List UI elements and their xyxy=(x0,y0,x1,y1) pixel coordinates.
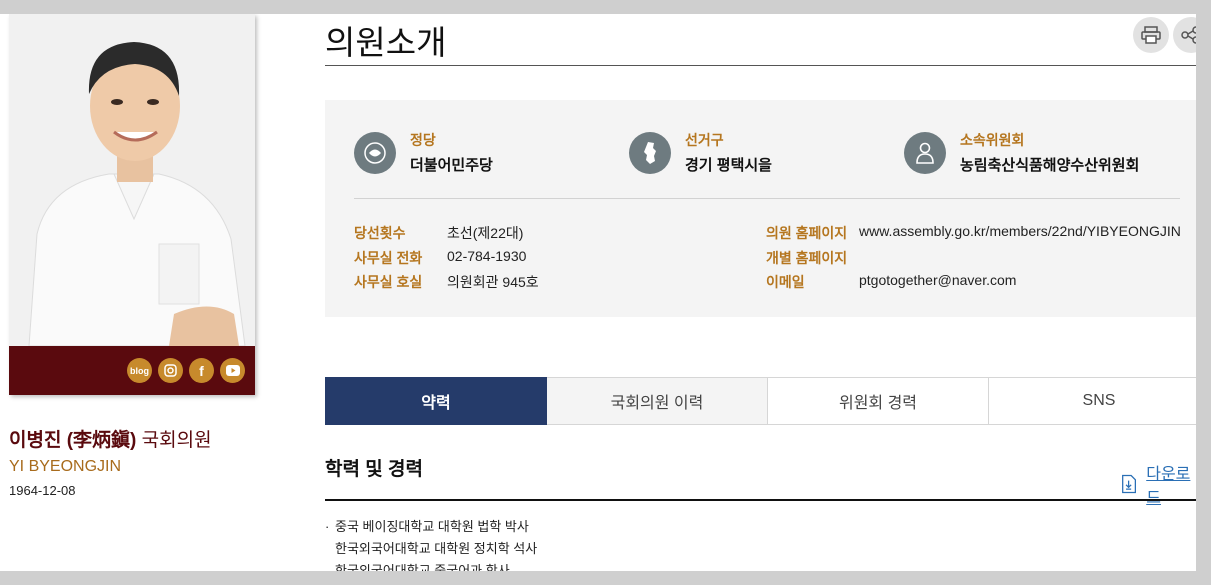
member-english-name: YI BYEONGJIN xyxy=(9,458,122,475)
print-icon xyxy=(1141,26,1161,44)
member-birthdate: 1964-12-08 xyxy=(9,483,76,498)
viewport-scrollbar[interactable] xyxy=(1196,0,1211,585)
district-value: 경기 평택시을 xyxy=(685,157,772,174)
room-value: 의원회관 945호 xyxy=(447,274,539,290)
title-divider xyxy=(325,65,1196,66)
member-info-box: 정당 더불어민주당 선거구 경기 평택시을 소속위원회 농림축산식품해양수산위원… xyxy=(325,100,1196,317)
district-label: 선거구 xyxy=(685,132,724,148)
member-name: 이병진 (李炳鎭) 국회의원 xyxy=(9,425,212,452)
instagram-icon[interactable] xyxy=(158,358,183,383)
homepage-link[interactable]: www.assembly.go.kr/members/22nd/YIBYEONG… xyxy=(859,223,1181,239)
blog-icon[interactable]: blog xyxy=(127,358,152,383)
tab-career[interactable]: 약력 xyxy=(325,377,547,425)
youtube-icon[interactable] xyxy=(220,358,245,383)
profile-card: blog f xyxy=(9,14,255,395)
section-divider xyxy=(325,499,1196,501)
share-icon xyxy=(1181,26,1196,44)
email-label: 이메일 xyxy=(766,274,805,290)
info-divider xyxy=(354,198,1180,199)
page-title: 의원소개 xyxy=(325,24,447,61)
page-container: blog f 이병진 (李炳鎭) 국회의원 YI BYEONGJIN 1964-… xyxy=(0,14,1196,571)
committee-value: 농림축산식품해양수산위원회 xyxy=(960,157,1140,174)
profile-tabs: 약력 국회의원 이력 위원회 경력 SNS xyxy=(325,377,1196,425)
list-item: · 중국 베이징대학교 대학원 법학 박사 xyxy=(325,519,529,534)
party-emblem-icon xyxy=(354,132,396,174)
terms-value: 초선(제22대) xyxy=(447,225,524,241)
personal-homepage-label: 개별 홈페이지 xyxy=(766,250,848,266)
phone-value: 02-784-1930 xyxy=(447,248,527,264)
tab-committee-career[interactable]: 위원회 경력 xyxy=(768,377,989,425)
download-file-icon xyxy=(1122,474,1137,494)
committee-label: 소속위원회 xyxy=(960,132,1025,148)
member-name-hanja: 이병진 (李炳鎭) xyxy=(9,430,137,451)
profile-photo xyxy=(9,14,255,347)
viewport-bottom-margin xyxy=(0,571,1211,585)
korea-map-icon xyxy=(629,132,671,174)
terms-label: 당선횟수 xyxy=(354,225,406,241)
education-list: · 중국 베이징대학교 대학원 법학 박사 한국외국어대학교 대학원 정치학 석사… xyxy=(325,516,537,571)
section-title: 학력 및 경력 xyxy=(325,459,423,480)
member-title: 국회의원 xyxy=(136,430,212,451)
tab-assembly-history[interactable]: 국회의원 이력 xyxy=(547,377,768,425)
viewport-top-margin xyxy=(0,0,1211,14)
tab-sns[interactable]: SNS xyxy=(989,377,1196,425)
list-item: 한국외국어대학교 대학원 정치학 석사 xyxy=(335,541,538,556)
list-item: 한국외국어대학교 중국어과 학사 xyxy=(335,563,510,571)
share-button[interactable] xyxy=(1173,17,1196,53)
party-label: 정당 xyxy=(410,132,436,148)
facebook-icon[interactable]: f xyxy=(189,358,214,383)
phone-label: 사무실 전화 xyxy=(354,250,423,266)
sns-bar: blog f xyxy=(9,346,255,395)
member-portrait xyxy=(9,14,255,347)
print-button[interactable] xyxy=(1133,17,1169,53)
homepage-label: 의원 홈페이지 xyxy=(766,225,848,241)
party-value: 더불어민주당 xyxy=(410,157,493,174)
room-label: 사무실 호실 xyxy=(354,274,423,290)
email-link[interactable]: ptgotogether@naver.com xyxy=(859,272,1016,288)
person-icon xyxy=(904,132,946,174)
